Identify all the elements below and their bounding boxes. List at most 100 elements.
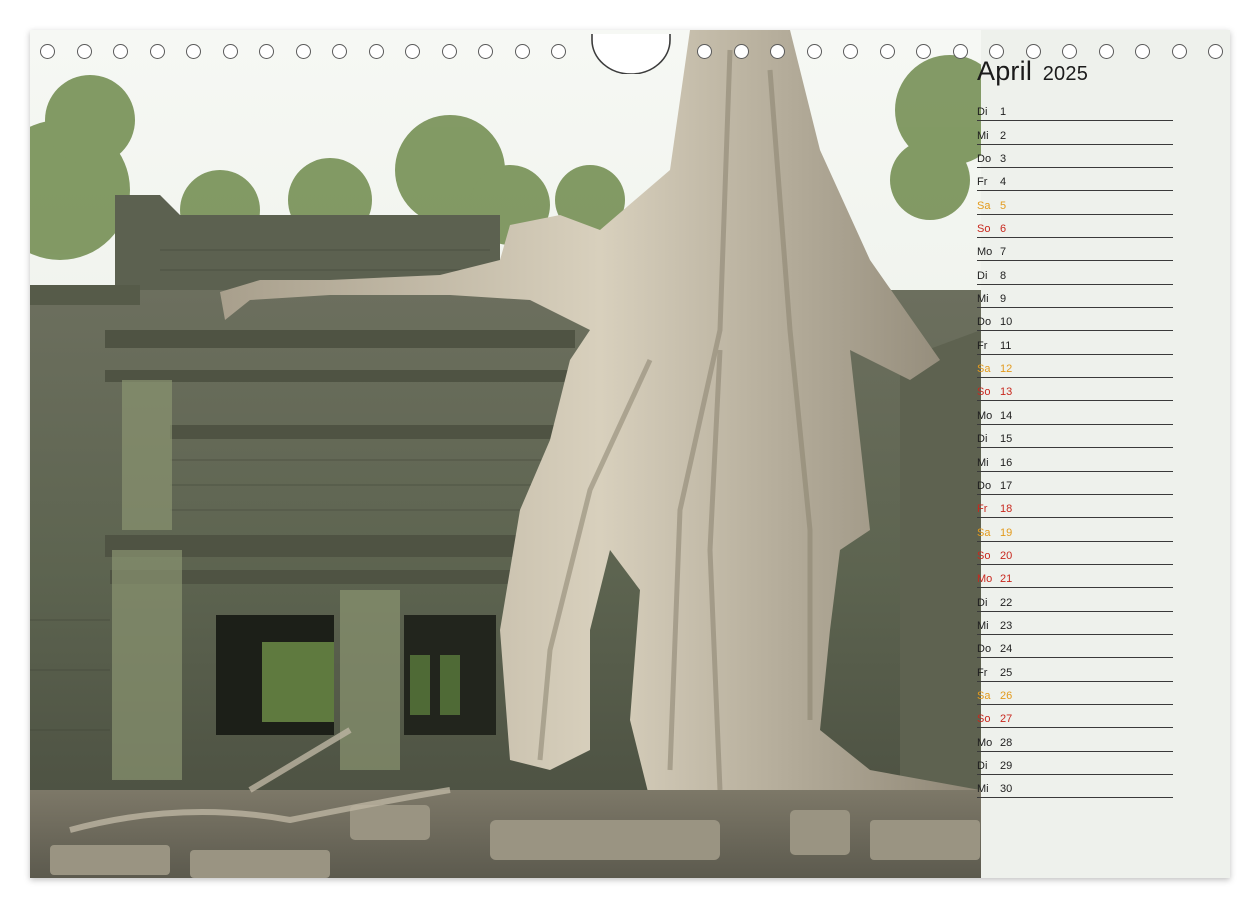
day-row: So 20 xyxy=(977,542,1173,565)
day-row: Fr 4 xyxy=(977,168,1173,192)
weekday-label: Sa xyxy=(977,199,991,212)
binding-hole xyxy=(843,44,858,59)
binding-hole xyxy=(770,44,785,59)
binding-hole xyxy=(514,44,530,59)
day-number: 30 xyxy=(1000,783,1013,796)
day-row: So 27 xyxy=(977,705,1173,729)
weekday-label: Do xyxy=(977,643,992,656)
day-row: Mi 30 xyxy=(977,775,1173,799)
day-row: Di 1 xyxy=(977,98,1173,122)
hanger-hook-icon xyxy=(591,34,671,74)
weekday-label: Do xyxy=(977,153,992,166)
day-row: Fr 25 xyxy=(977,658,1173,682)
day-row: Sa 26 xyxy=(977,682,1173,705)
day-row: Fr 18 xyxy=(977,495,1173,519)
binding-hole xyxy=(1025,44,1041,59)
binding-hole xyxy=(222,44,238,59)
weekday-label: Mi xyxy=(977,456,989,469)
day-row: Do 17 xyxy=(977,472,1173,495)
day-number: 15 xyxy=(1000,433,1013,446)
weekday-label: Mo xyxy=(977,736,993,749)
day-number: 18 xyxy=(1000,503,1013,516)
day-number: 8 xyxy=(1000,269,1007,282)
binding-hole xyxy=(733,44,749,59)
day-row: Sa 19 xyxy=(977,518,1173,542)
weekday-label: Sa xyxy=(977,689,991,702)
day-number: 3 xyxy=(1000,153,1007,166)
day-number: 1 xyxy=(1000,106,1007,119)
binding-hole xyxy=(879,44,895,59)
day-number: 24 xyxy=(1000,643,1013,656)
weekday-label: Sa xyxy=(977,526,991,539)
day-row: Sa 12 xyxy=(977,355,1173,379)
binding-hole xyxy=(1135,44,1150,59)
day-row: Sa 5 xyxy=(977,191,1173,215)
day-number: 13 xyxy=(1000,386,1013,399)
day-row: Mi 23 xyxy=(977,612,1173,635)
day-number: 27 xyxy=(1000,713,1013,726)
day-number: 11 xyxy=(1000,339,1012,352)
weekday-label: Mi xyxy=(977,293,989,306)
day-number: 10 xyxy=(1000,316,1013,329)
weekday-label: Fr xyxy=(977,339,988,352)
day-number: 28 xyxy=(1000,736,1013,749)
binding-hole xyxy=(916,44,931,59)
day-list: Di 1 Mi 2 Do 3 Fr 4 Sa 5 So 6 Mo 7 Di 8 Mi 9 Do 10 Fr 11 Sa 12 S… xyxy=(977,98,1173,799)
weekday-label: Do xyxy=(977,316,992,329)
weekday-label: So xyxy=(977,713,991,726)
day-row: Mo 21 xyxy=(977,565,1173,589)
weekday-label: Mo xyxy=(977,246,993,259)
binding-hole xyxy=(368,44,384,59)
binding-hole xyxy=(1208,44,1223,59)
day-row: Mo 28 xyxy=(977,728,1173,752)
day-number: 29 xyxy=(1000,759,1013,772)
weekday-label: So xyxy=(977,549,991,562)
weekday-label: Fr xyxy=(977,176,988,189)
binding-hole xyxy=(40,44,55,59)
binding-hole xyxy=(952,44,968,59)
weekday-label: Di xyxy=(977,596,988,609)
day-number: 26 xyxy=(1000,689,1013,702)
spiral-binding xyxy=(30,34,1230,74)
day-row: Mi 9 xyxy=(977,285,1173,309)
day-row: Di 8 xyxy=(977,261,1173,285)
day-number: 16 xyxy=(1000,456,1013,469)
day-number: 25 xyxy=(1000,666,1013,679)
weekday-label: So xyxy=(977,223,991,236)
weekday-label: Mi xyxy=(977,129,989,142)
binding-hole xyxy=(478,44,493,59)
weekday-label: Mo xyxy=(977,409,993,422)
day-number: 12 xyxy=(1000,363,1013,376)
binding-hole xyxy=(1171,44,1187,59)
day-number: 20 xyxy=(1000,549,1013,562)
day-number: 9 xyxy=(1000,293,1007,306)
binding-hole xyxy=(186,44,201,59)
binding-hole xyxy=(76,44,92,59)
weekday-label: Di xyxy=(977,106,988,119)
temple-tree-photo xyxy=(30,30,981,878)
binding-hole xyxy=(405,44,420,59)
weekday-label: Mi xyxy=(977,783,989,796)
weekday-label: Mi xyxy=(977,619,989,632)
day-row: Do 24 xyxy=(977,635,1173,659)
weekday-label: So xyxy=(977,386,991,399)
day-row: Do 3 xyxy=(977,145,1173,169)
day-row: Fr 11 xyxy=(977,331,1173,355)
day-number: 7 xyxy=(1000,246,1007,259)
day-row: So 6 xyxy=(977,215,1173,239)
day-number: 19 xyxy=(1000,526,1013,539)
binding-hole xyxy=(1098,44,1114,59)
weekday-label: Do xyxy=(977,479,992,492)
binding-hole xyxy=(989,44,1004,59)
binding-hole xyxy=(295,44,311,59)
binding-hole xyxy=(1062,44,1077,59)
weekday-label: Di xyxy=(977,433,988,446)
binding-hole xyxy=(332,44,347,59)
day-number: 17 xyxy=(1000,479,1013,492)
day-row: Di 22 xyxy=(977,588,1173,612)
binding-hole xyxy=(806,44,822,59)
weekday-label: Fr xyxy=(977,666,988,679)
binding-hole xyxy=(551,44,566,59)
weekday-label: Mo xyxy=(977,573,993,586)
day-number: 2 xyxy=(1000,129,1007,142)
